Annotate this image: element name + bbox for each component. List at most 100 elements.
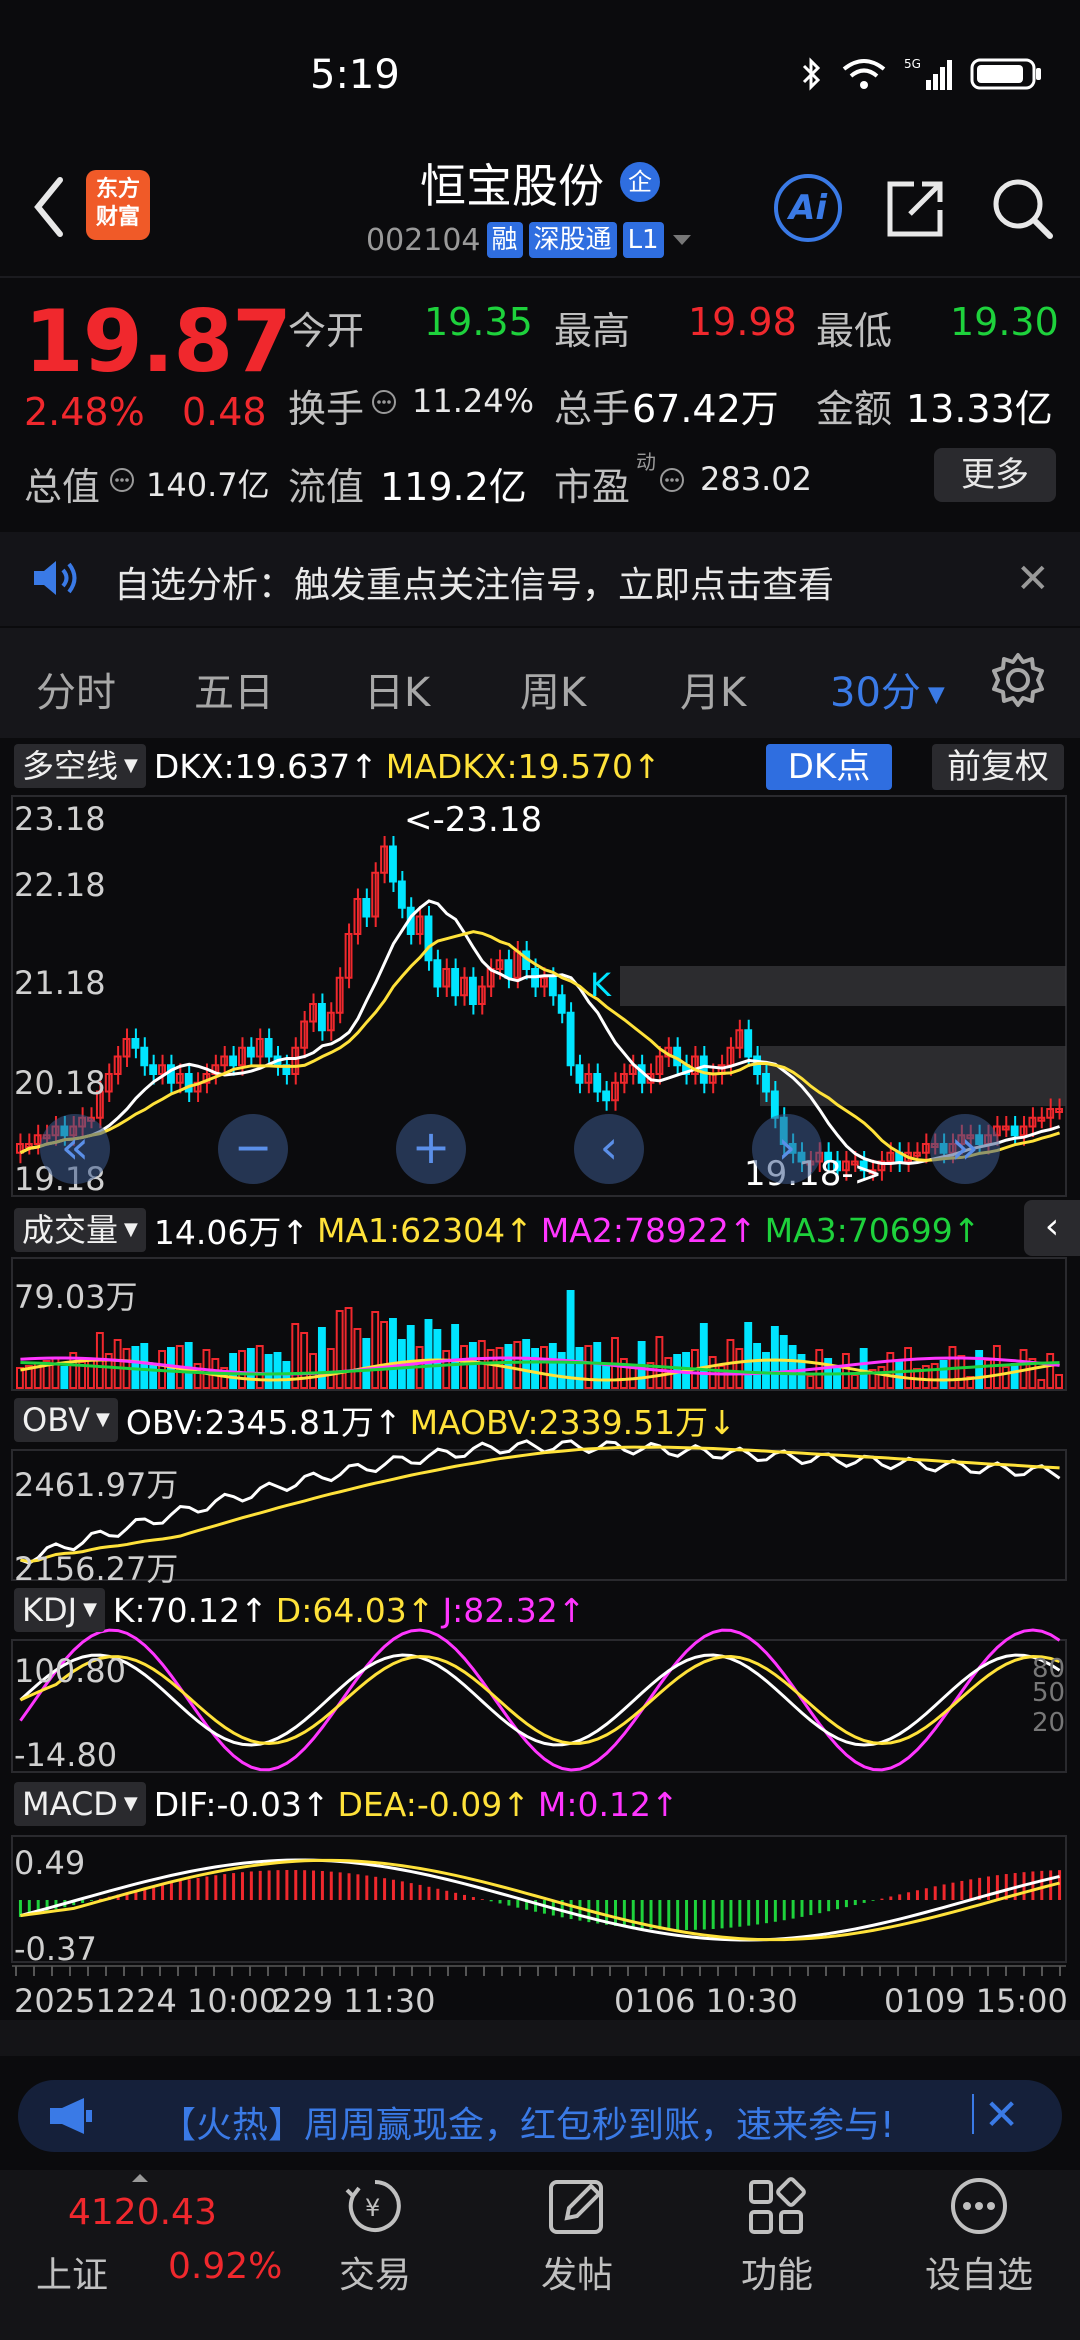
k-signal-marker: K [590, 966, 611, 1004]
volume-bar [255, 1345, 264, 1389]
volume-bar [584, 1345, 593, 1389]
candle-body [557, 994, 566, 1014]
kdj-level-20: 20 [1032, 1708, 1066, 1738]
dkx-line [19, 899, 1061, 1165]
collapse-panel-button[interactable]: ‹ [1024, 1200, 1080, 1256]
macd-y-bottom: -0.37 [14, 1930, 97, 1968]
volume-bar [904, 1347, 913, 1389]
volume-bar [744, 1322, 753, 1389]
expand-up-icon[interactable] [130, 2172, 150, 2184]
nav-functions[interactable]: 功能 [712, 2174, 842, 2298]
index-name[interactable]: 上证 [36, 2246, 108, 2298]
candle-body [468, 976, 477, 1005]
volume-bar [184, 1342, 193, 1389]
volume-bar [495, 1347, 504, 1389]
volume-bar [442, 1350, 451, 1389]
volume-bar [566, 1290, 575, 1389]
volume-bar [486, 1349, 495, 1389]
promo-text[interactable]: 【火热】周周赢现金，红包秒到账，速来参与! [160, 2096, 894, 2148]
macd-y-top: 0.49 [14, 1844, 86, 1882]
volume-bar [246, 1348, 255, 1389]
scroll-right-button[interactable]: › [752, 1114, 822, 1184]
volume-bar [273, 1352, 282, 1389]
volume-bar [1055, 1374, 1064, 1389]
macd-dea-value: DEA:-0.09↑ [337, 1784, 530, 1824]
ma1-value: MA1:62304↑ [316, 1210, 533, 1250]
candle-body [770, 1090, 779, 1119]
candle-body [433, 959, 442, 988]
volume-bar [602, 1363, 611, 1389]
volume-bar [1046, 1353, 1055, 1389]
promo-divider [972, 2094, 974, 2134]
candle-body [575, 1064, 584, 1084]
max-price-marker: <-23.18 [404, 800, 543, 840]
scroll-right-fast-button[interactable]: » [930, 1114, 1000, 1184]
chevron-down-icon: ▼ [123, 1793, 138, 1814]
grid-icon [749, 2177, 806, 2234]
kdj-j-line [19, 1628, 1061, 1772]
volume-indicator-select[interactable]: 成交量 ▼ [14, 1208, 146, 1252]
candle-body [762, 1073, 770, 1093]
zoom-out-button[interactable]: − [218, 1114, 288, 1184]
volume-bar [353, 1328, 362, 1389]
macd-dif-value: DIF:-0.03↑ [153, 1784, 330, 1824]
volume-bar [1010, 1363, 1019, 1389]
candle-body [566, 1011, 575, 1067]
scroll-left-button[interactable]: ‹ [574, 1114, 644, 1184]
volume-bar [264, 1354, 273, 1389]
obv-y-bottom: 2156.27万 [14, 1550, 179, 1588]
volume-bar [309, 1353, 317, 1389]
kdj-y-top: 100.80 [14, 1652, 126, 1690]
y-label: 21.18 [14, 964, 106, 1002]
y-label: 23.18 [14, 800, 106, 838]
time-label: 0106 10:30 [614, 1982, 798, 2020]
volume-bar [877, 1366, 886, 1389]
candle-body [593, 1073, 602, 1093]
macd-dea-line [20, 1858, 1060, 1942]
promo-close-icon[interactable]: ✕ [984, 2090, 1019, 2139]
volume-bar [540, 1346, 548, 1389]
zoom-in-button[interactable]: + [396, 1114, 466, 1184]
volume-bar [699, 1323, 708, 1389]
time-label: 0109 15:00 [884, 1982, 1068, 2020]
volume-bar [984, 1359, 992, 1389]
svg-text:¥: ¥ [365, 2194, 380, 2222]
volume-bar [371, 1311, 380, 1389]
edit-post-icon [549, 2180, 603, 2234]
volume-bar [87, 1359, 95, 1389]
candle-body [389, 845, 397, 883]
volume-bar [575, 1347, 584, 1389]
volume-bar [531, 1348, 540, 1389]
volume-bar [762, 1352, 770, 1389]
megaphone-icon [50, 2098, 92, 2134]
obv-indicator-select[interactable]: OBV ▼ [14, 1398, 118, 1442]
volume-bar [895, 1361, 904, 1389]
y-label: 20.18 [14, 1064, 106, 1102]
volume-bar [460, 1345, 468, 1389]
volume-bar [522, 1339, 531, 1389]
macd-m-value: M:0.12↑ [537, 1784, 679, 1824]
nav-watchlist[interactable]: 设自选 [914, 2174, 1044, 2298]
nav-trade[interactable]: ¥ 交易 [310, 2174, 440, 2298]
macd-indicator-select[interactable]: MACD ▼ [14, 1782, 146, 1826]
nav-post[interactable]: 发帖 [512, 2174, 642, 2298]
scroll-left-fast-button[interactable]: « [40, 1114, 110, 1184]
candle-body [246, 1046, 255, 1058]
volume-bar [735, 1348, 744, 1389]
index-value[interactable]: 4120.43 [68, 2192, 217, 2233]
macd-indicator-row: MACD ▼ DIF:-0.03↑ DEA:-0.09↑ M:0.12↑ [14, 1782, 679, 1826]
ma3-value: MA3:70699↑ [764, 1210, 981, 1250]
obv-indicator-row: OBV ▼ OBV:2345.81万↑ MAOBV:2339.51万↓ [14, 1396, 736, 1444]
kdj-k-value: K:70.12↑ [112, 1590, 268, 1630]
candle-body [1010, 1125, 1019, 1137]
volume-bar [939, 1360, 948, 1389]
volume-bar [317, 1327, 326, 1389]
volume-bar [326, 1348, 335, 1389]
kdj-y-bottom: -14.80 [14, 1736, 118, 1774]
volume-bar [513, 1341, 522, 1389]
volume-bar [380, 1321, 389, 1389]
index-change[interactable]: 0.92% [168, 2246, 282, 2287]
kdj-indicator-select[interactable]: KDJ ▼ [14, 1588, 105, 1632]
candle-body [699, 1055, 708, 1084]
candle-body [548, 976, 557, 997]
